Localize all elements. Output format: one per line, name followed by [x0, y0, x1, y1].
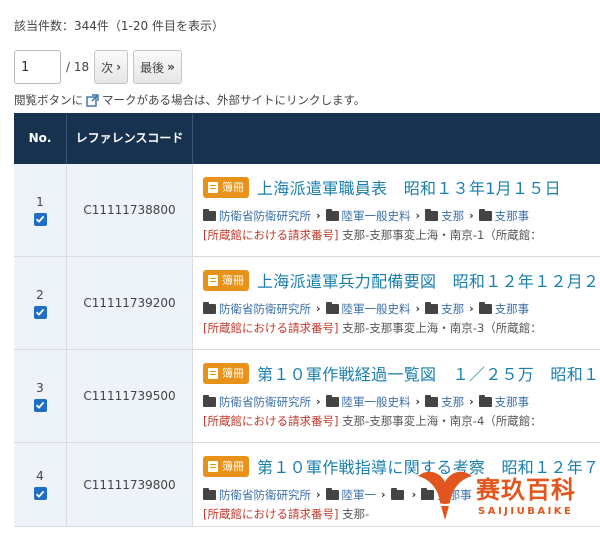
folder-icon — [425, 301, 439, 314]
result-count: 該当件数：344件（1-20 件目を表示） — [14, 19, 224, 33]
folder-icon — [203, 394, 216, 407]
folder-icon — [203, 301, 216, 314]
book-icon — [208, 460, 218, 472]
row-number: 3 — [36, 380, 44, 395]
table-row: 2 C11111739200 簿冊 上海派遣軍兵力配備要図 昭和１２年１２月２ … — [14, 257, 600, 350]
book-icon — [208, 181, 218, 193]
ledger-badge: 簿冊 — [203, 362, 249, 384]
chevron-right-icon: › — [381, 488, 386, 501]
table-header: No. レファレンスコード — [14, 113, 600, 164]
row-number: 2 — [36, 287, 44, 302]
folder-icon — [203, 487, 216, 500]
call-number: [所蔵館における請求番号] 支那-支那事変上海・南京-1（所蔵館： — [203, 228, 542, 242]
folder-icon — [425, 394, 439, 407]
chevron-right-icon: › — [116, 60, 122, 74]
header-reference-code: レファレンスコード — [67, 113, 193, 164]
total-pages: / 18 — [66, 60, 90, 74]
external-link-icon — [86, 93, 99, 107]
external-link-notice: 閲覧ボタンに マークがある場合は、外部サイトにリンクします。 — [14, 93, 366, 107]
path-link[interactable]: 支那事 — [495, 394, 530, 410]
folder-icon — [425, 208, 439, 221]
row-checkbox[interactable] — [33, 305, 47, 319]
path-link[interactable]: 支那事 — [495, 301, 530, 317]
chevron-right-icon: › — [469, 395, 474, 408]
record-title-link[interactable]: 第１０軍作戦経過一覧図 １／２５万 昭和１ — [257, 361, 599, 385]
folder-icon — [478, 208, 492, 221]
checkmark-icon — [35, 401, 45, 409]
chevron-right-icon: › — [316, 302, 321, 315]
folder-icon — [325, 394, 339, 407]
reference-code: C11111739500 — [67, 350, 193, 442]
row-checkbox[interactable] — [33, 398, 47, 412]
pagination: / 18 次 › 最後 » — [14, 50, 182, 84]
watermark-sub: SAIJIUBAIKE — [478, 506, 574, 517]
table-row: 1 C11111738800 簿冊 上海派遣軍職員表 昭和１３年1月１５日 防衛… — [14, 164, 600, 257]
folder-icon — [478, 301, 492, 314]
path-link[interactable]: 防衛省防衛研究所 — [219, 487, 311, 503]
chevron-right-icon: › — [469, 209, 474, 222]
chevron-right-icon: › — [469, 302, 474, 315]
reference-code: C11111739200 — [67, 257, 193, 349]
path-link[interactable]: 支那 — [441, 301, 464, 317]
path-link[interactable]: 支那 — [441, 394, 464, 410]
table-row: 3 C11111739500 簿冊 第１０軍作戦経過一覧図 １／２５万 昭和１ … — [14, 350, 600, 443]
double-chevron-right-icon: » — [167, 60, 175, 74]
hierarchy-path: 防衛省防衛研究所 › 陸軍一般史料 › 支那 › 支那事 — [203, 394, 600, 409]
checkmark-icon — [35, 308, 45, 316]
ledger-badge: 簿冊 — [203, 455, 249, 477]
folder-icon — [203, 208, 216, 221]
book-icon — [208, 367, 218, 379]
row-number: 4 — [36, 469, 44, 483]
call-number: [所蔵館における請求番号] 支那-支那事変上海・南京-4（所蔵館： — [203, 414, 542, 428]
chevron-right-icon: › — [415, 302, 421, 315]
reference-code: C11111738800 — [67, 164, 193, 256]
folder-icon — [325, 301, 339, 314]
page-number-input[interactable] — [14, 50, 61, 84]
watermark-logo: 赛玖百科 SAIJIUBAIKE — [414, 462, 600, 526]
path-link[interactable]: 陸軍一般史料 — [342, 301, 411, 317]
record-title-link[interactable]: 上海派遣軍兵力配備要図 昭和１２年１２月２ — [257, 268, 599, 292]
reference-code: C11111739800 — [67, 443, 193, 526]
path-link[interactable]: 防衛省防衛研究所 — [219, 394, 311, 410]
folder-icon — [325, 208, 339, 221]
chevron-right-icon: › — [316, 209, 321, 222]
path-link[interactable]: 支那事 — [495, 208, 530, 224]
last-page-button[interactable]: 最後 » — [133, 50, 182, 84]
header-no: No. — [14, 113, 67, 164]
chevron-right-icon: › — [316, 395, 321, 408]
header-title — [193, 113, 600, 164]
ledger-badge: 簿冊 — [203, 269, 249, 291]
whale-tail-icon — [418, 471, 472, 520]
row-checkbox[interactable] — [33, 212, 47, 226]
path-link[interactable]: 支那 — [441, 208, 464, 224]
row-checkbox[interactable] — [33, 487, 47, 500]
chevron-right-icon: › — [415, 209, 421, 222]
folder-icon — [325, 487, 339, 500]
hierarchy-path: 防衛省防衛研究所 › 陸軍一般史料 › 支那 › 支那事 — [203, 301, 600, 316]
folder-icon — [390, 487, 404, 500]
path-link[interactable]: 防衛省防衛研究所 — [219, 301, 311, 317]
path-link[interactable]: 陸軍一般史料 — [342, 208, 411, 224]
chevron-right-icon: › — [316, 488, 321, 501]
path-link[interactable]: 防衛省防衛研究所 — [219, 208, 311, 224]
checkmark-icon — [35, 490, 45, 498]
hierarchy-path: 防衛省防衛研究所 › 陸軍一般史料 › 支那 › 支那事 — [203, 208, 600, 223]
next-label: 次 — [101, 60, 114, 75]
record-title-link[interactable]: 上海派遣軍職員表 昭和１３年1月１５日 — [257, 175, 561, 199]
chevron-right-icon: › — [415, 395, 421, 408]
folder-icon — [478, 394, 492, 407]
checkmark-icon — [35, 215, 45, 223]
last-label: 最後 — [140, 60, 165, 75]
call-number: [所蔵館における請求番号] 支那-支那事変上海・南京-3（所蔵館： — [203, 321, 542, 335]
path-link[interactable]: 陸軍一 — [342, 487, 377, 503]
next-page-button[interactable]: 次 › — [94, 50, 129, 84]
watermark-brand: 赛玖百科 — [476, 476, 576, 504]
book-icon — [208, 274, 218, 286]
path-link[interactable]: 陸軍一般史料 — [342, 394, 411, 410]
row-number: 1 — [36, 194, 44, 209]
ledger-badge: 簿冊 — [203, 176, 249, 198]
